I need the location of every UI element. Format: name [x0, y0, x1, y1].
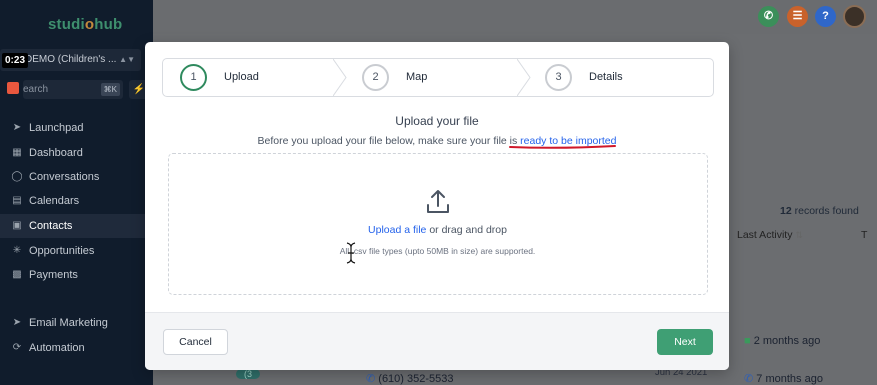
modal-footer: Cancel Next: [145, 312, 729, 370]
sidebar-item-opportunities[interactable]: ✳ Opportunities: [0, 239, 153, 263]
sidebar-item-label: Opportunities: [29, 245, 95, 257]
step-label: Details: [589, 71, 623, 83]
avatar[interactable]: [843, 5, 866, 28]
next-button[interactable]: Next: [657, 329, 713, 355]
step-separator-chevron-icon: [333, 59, 347, 96]
sidebar-item-label: Payments: [29, 269, 78, 281]
text-cursor-icon: [346, 242, 356, 264]
sidebar-item-payments[interactable]: ▩ Payments: [0, 263, 153, 287]
search-placeholder: earch: [23, 84, 49, 95]
sidebar-item-calendars[interactable]: ▤ Calendars: [0, 189, 153, 213]
row1-last-activity: ■ 2 months ago: [744, 335, 821, 347]
search-input[interactable]: earch ⌘K: [23, 80, 123, 99]
step-upload[interactable]: 1 Upload: [163, 59, 335, 96]
sidebar-item-label: Email Marketing: [29, 317, 108, 329]
chevron-updown-icon: ▲▼: [119, 55, 135, 64]
sidebar-item-conversations[interactable]: ◯ Conversations: [0, 165, 153, 189]
subtitle-text: Before you upload your file below, make …: [257, 135, 518, 147]
step-separator-chevron-icon: [517, 59, 531, 96]
rocket-icon: ➤: [12, 122, 22, 133]
upload-instructions: Upload a file or drag and drop: [169, 224, 706, 236]
recording-timer: 0:23: [2, 53, 29, 68]
contacts-icon: ▣: [12, 220, 22, 231]
send-icon: ➤: [12, 317, 22, 328]
row2-phone: ✆ (610) 352-5533: [366, 373, 454, 385]
cancel-button[interactable]: Cancel: [163, 329, 228, 355]
step-number: 2: [362, 64, 389, 91]
sidebar-item-label: Dashboard: [29, 147, 83, 159]
modal-title: Upload your file: [395, 114, 479, 128]
step-map[interactable]: 2 Map: [347, 59, 517, 96]
upload-file-link[interactable]: Upload a file: [368, 224, 426, 236]
step-number: 1: [180, 64, 207, 91]
sidebar-item-email-marketing[interactable]: ➤ Email Marketing: [0, 311, 153, 335]
sidebar-item-label: Contacts: [29, 220, 73, 232]
sidebar: studiohub DEMO (Children's ... ▲▼ 0:23 e…: [0, 0, 153, 385]
sidebar-item-label: Calendars: [29, 195, 80, 207]
drag-drop-text: or drag and drop: [429, 224, 507, 236]
sidebar-item-label: Conversations: [29, 171, 100, 183]
supported-file-types: All .csv file types (upto 50MB in size) …: [339, 246, 536, 256]
upload-icon: [427, 190, 449, 213]
sidebar-item-dashboard[interactable]: ▦ Dashboard: [0, 141, 153, 165]
sidebar-item-label: Automation: [29, 342, 85, 354]
receipt-icon: ▩: [12, 269, 22, 280]
wizard-stepper: 1 Upload 2 Map 3 Details: [162, 58, 714, 97]
step-details[interactable]: 3 Details: [531, 59, 713, 96]
modal-subtitle: Before you upload your file below, make …: [145, 135, 729, 147]
file-dropzone[interactable]: Upload a file or drag and drop All .csv …: [168, 153, 708, 295]
sidebar-item-label: Launchpad: [29, 122, 84, 134]
tasks-icon[interactable]: ☰: [787, 6, 808, 27]
grid-icon: ▦: [12, 147, 22, 158]
automation-icon: ⟳: [12, 342, 22, 353]
step-number: 3: [545, 64, 572, 91]
sidebar-item-launchpad[interactable]: ➤ Launchpad: [0, 116, 153, 140]
import-wizard-modal: 1 Upload 2 Map 3 Details Upload your fil…: [145, 42, 729, 370]
help-icon[interactable]: ?: [815, 6, 836, 27]
account-label: DEMO (Children's ...: [25, 54, 117, 65]
app-logo: studiohub: [48, 16, 123, 33]
column-header-next[interactable]: T: [861, 229, 867, 241]
records-found: 12 records found: [780, 205, 859, 217]
annotation-underline: [509, 145, 616, 149]
chat-icon: ◯: [11, 171, 23, 182]
column-header-last-activity[interactable]: Last Activity ⇅: [737, 229, 803, 241]
sidebar-item-contacts[interactable]: ▣ Contacts: [0, 214, 153, 238]
phone-icon[interactable]: ✆: [758, 6, 779, 27]
row2-badge: (3: [236, 369, 261, 379]
record-indicator-icon: [7, 82, 19, 94]
step-label: Upload: [224, 71, 259, 83]
funnel-icon: ✳: [12, 245, 22, 256]
row2-last-activity: ✆ 7 months ago: [744, 373, 823, 385]
calendar-icon: ▤: [12, 195, 22, 206]
step-label: Map: [406, 71, 428, 83]
sidebar-item-automation[interactable]: ⟳ Automation: [0, 336, 153, 360]
shortcut-badge: ⌘K: [100, 83, 120, 96]
